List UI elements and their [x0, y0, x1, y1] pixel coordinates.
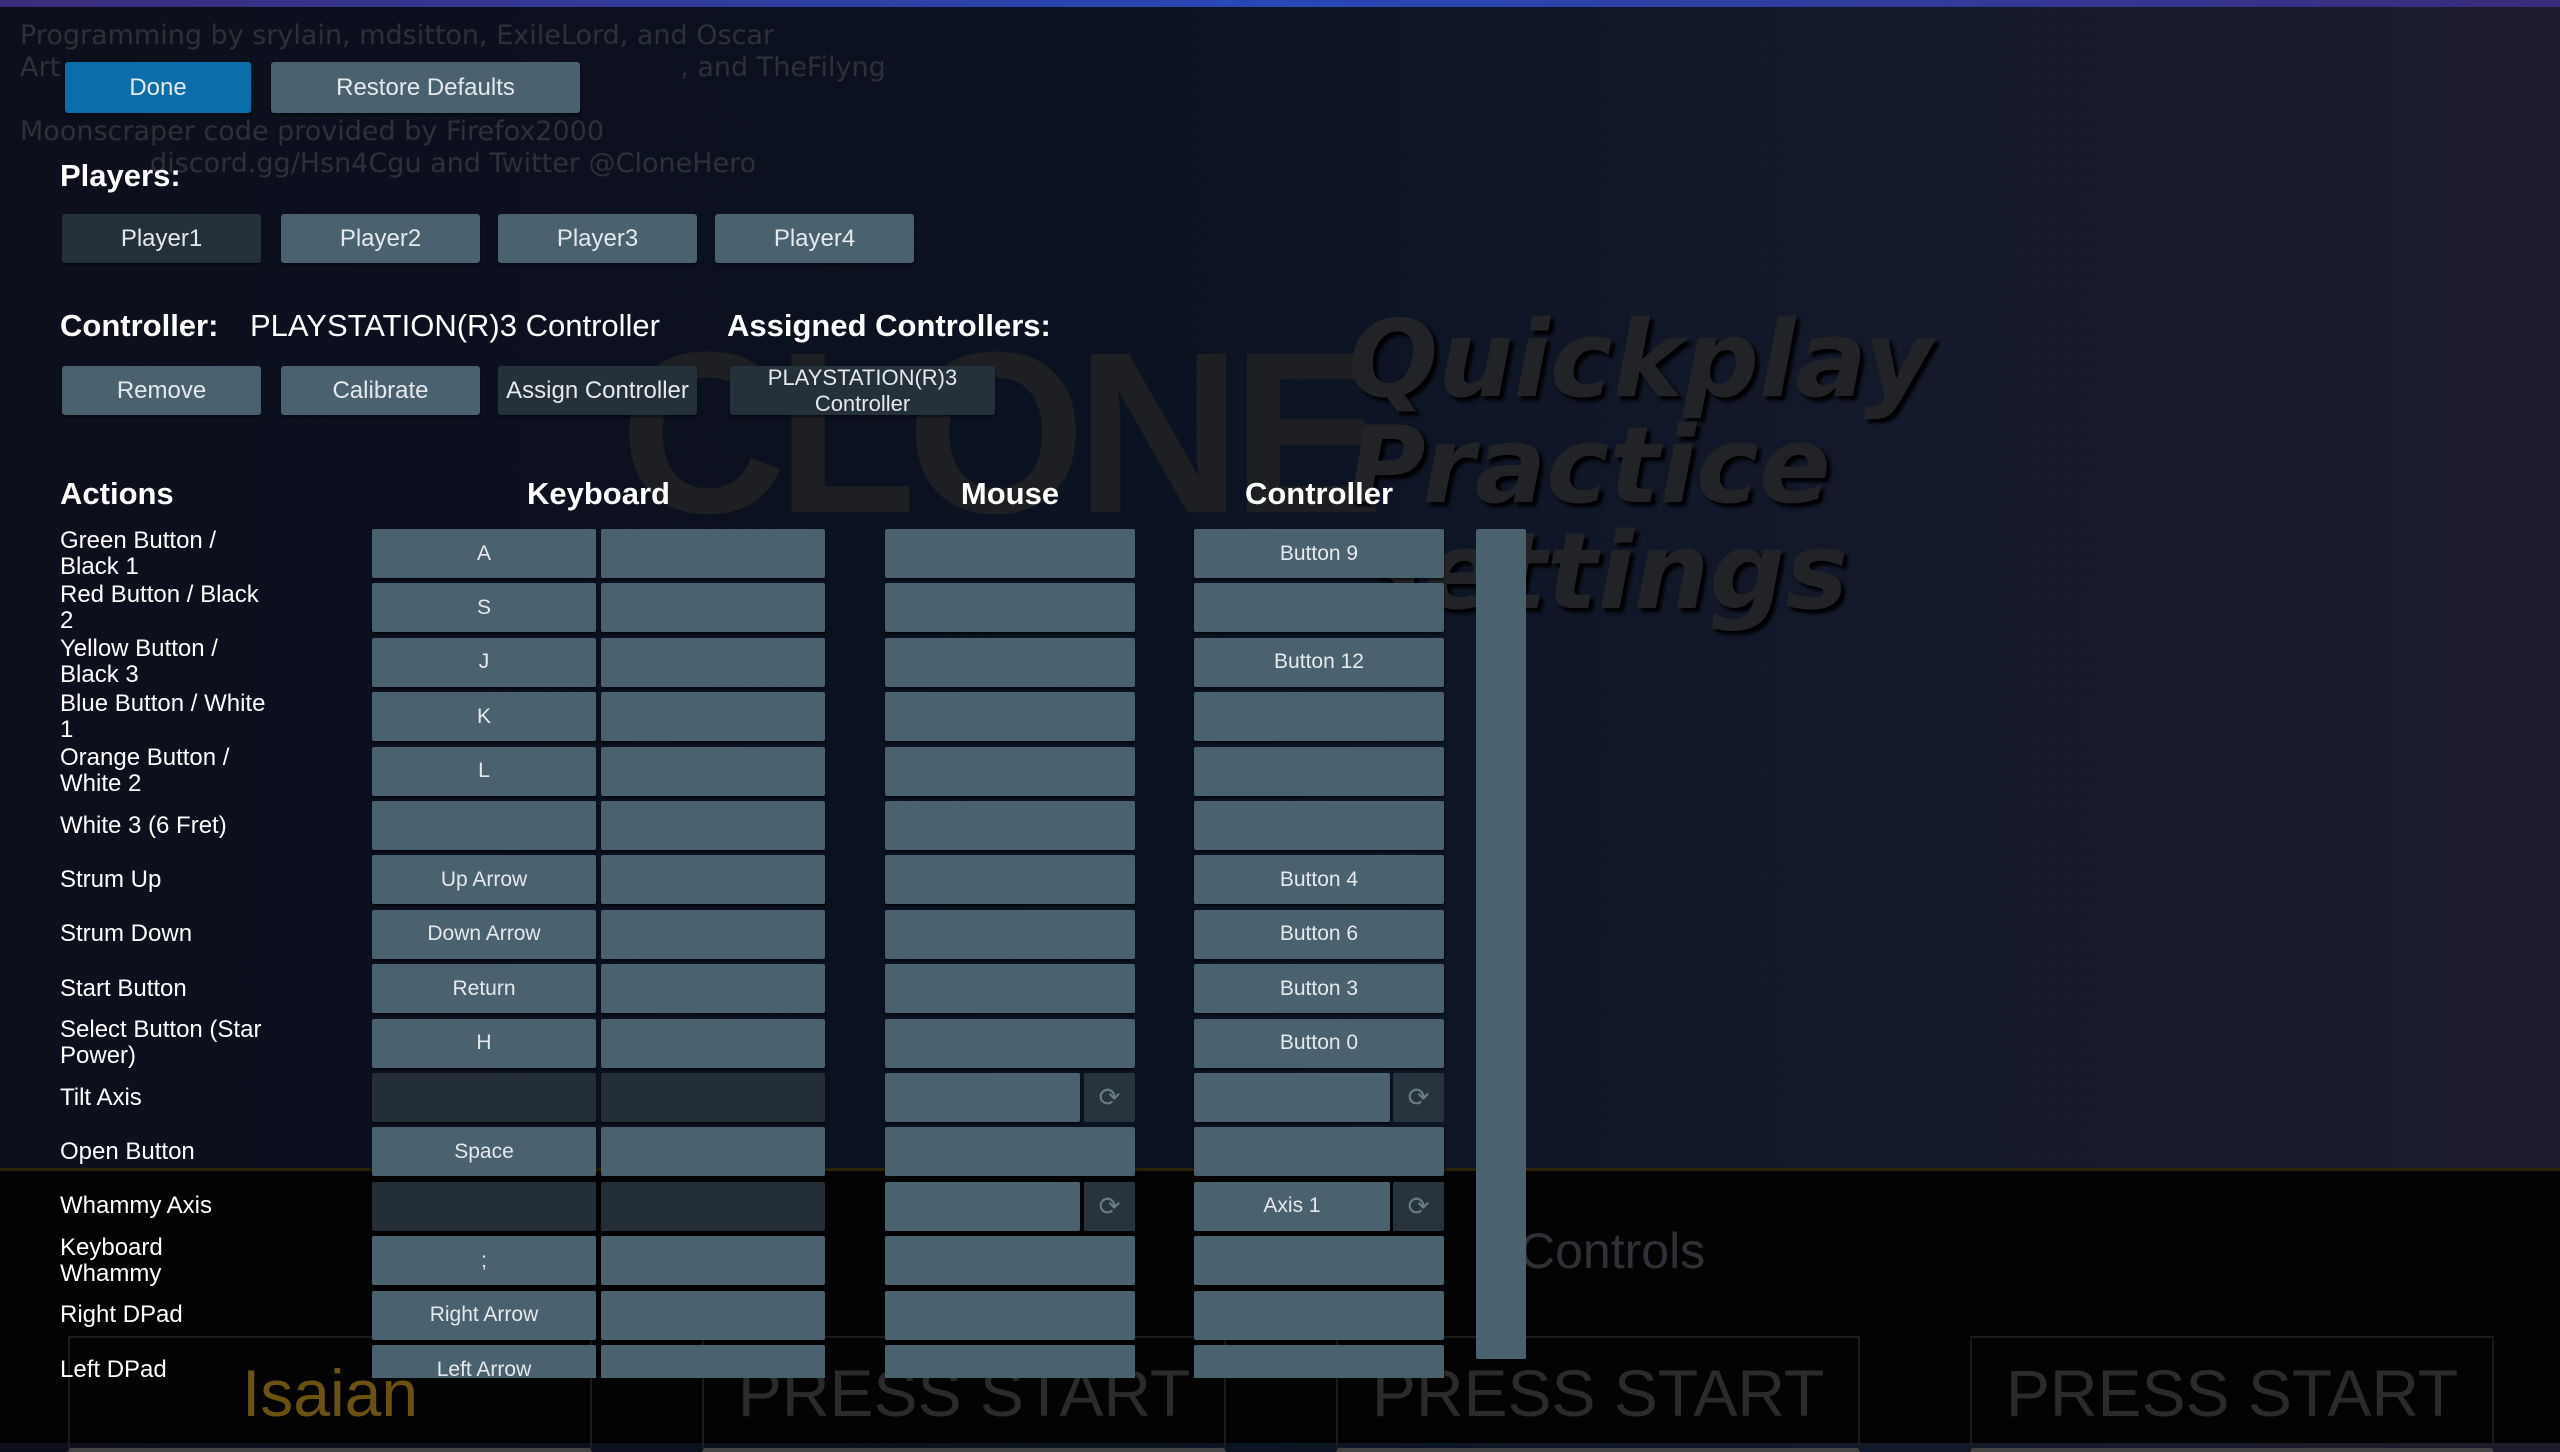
keyboard-binding-primary[interactable]: Left Arrow: [372, 1345, 596, 1378]
controller-binding[interactable]: [1194, 1127, 1444, 1177]
controller-binding[interactable]: Button 9: [1194, 529, 1444, 578]
keyboard-binding-secondary[interactable]: [601, 909, 825, 959]
action-label: Open Button: [60, 1137, 195, 1165]
action-label: Whammy Axis: [60, 1192, 213, 1220]
mouse-binding[interactable]: [885, 909, 1135, 959]
controller-binding[interactable]: Button 3: [1194, 964, 1444, 1014]
mouse-binding[interactable]: [885, 746, 1135, 796]
mouse-binding[interactable]: [885, 529, 1135, 578]
mouse-binding[interactable]: [885, 1345, 1135, 1378]
controller-binding[interactable]: [1194, 801, 1444, 850]
mouse-binding[interactable]: [885, 1181, 1080, 1231]
action-label: Select Button (Star Power): [60, 1016, 262, 1070]
keyboard-binding-primary[interactable]: L: [372, 746, 596, 796]
keyboard-binding-primary[interactable]: H: [372, 1018, 596, 1068]
action-label: White 3 (6 Fret): [60, 811, 227, 839]
keyboard-binding-primary[interactable]: [372, 1181, 596, 1231]
mouse-binding[interactable]: [885, 692, 1135, 742]
keyboard-binding-primary[interactable]: Down Arrow: [372, 909, 596, 959]
refresh-icon: ⟳: [1407, 1190, 1430, 1221]
keyboard-binding-primary[interactable]: ;: [372, 1236, 596, 1286]
action-label: Strum Down: [60, 920, 193, 948]
keyboard-binding-primary[interactable]: A: [372, 529, 596, 578]
bindings-scrollbar[interactable]: [1476, 529, 1526, 1359]
controller-binding[interactable]: Button 6: [1194, 909, 1444, 959]
keyboard-binding-primary[interactable]: Right Arrow: [372, 1290, 596, 1340]
mouse-binding[interactable]: [885, 1236, 1135, 1286]
mouse-binding[interactable]: [885, 637, 1135, 687]
keyboard-binding-secondary[interactable]: [601, 1290, 825, 1340]
keyboard-binding-secondary[interactable]: [601, 801, 825, 850]
keyboard-binding-primary[interactable]: Space: [372, 1127, 596, 1177]
controller-binding[interactable]: [1194, 583, 1444, 633]
controller-binding[interactable]: [1194, 692, 1444, 742]
action-label: Tilt Axis: [60, 1083, 142, 1111]
controller-binding[interactable]: Button 4: [1194, 855, 1444, 905]
keyboard-binding-secondary[interactable]: [601, 1345, 825, 1378]
refresh-icon: ⟳: [1098, 1082, 1121, 1112]
keyboard-binding-secondary[interactable]: [601, 1236, 825, 1286]
keyboard-binding-primary[interactable]: [372, 1073, 596, 1122]
mouse-binding[interactable]: [885, 583, 1135, 633]
refresh-icon: ⟳: [1098, 1190, 1121, 1221]
controller-binding[interactable]: Axis 1: [1194, 1181, 1390, 1231]
action-label: Red Button / Black 2: [60, 580, 259, 634]
controller-binding[interactable]: Button 12: [1194, 637, 1444, 687]
bindings-list: Green Button / Black 1 A Button 9 Red Butto…: [0, 0, 2560, 1378]
mouse-binding[interactable]: [885, 801, 1135, 850]
controller-binding[interactable]: Button 0: [1194, 1018, 1444, 1068]
keyboard-binding-primary[interactable]: Up Arrow: [372, 855, 596, 905]
mouse-binding[interactable]: [885, 1073, 1080, 1122]
mouse-invert-axis-button[interactable]: ⟳: [1084, 1181, 1135, 1231]
mouse-binding[interactable]: [885, 1127, 1135, 1177]
controller-invert-axis-button[interactable]: ⟳: [1393, 1181, 1444, 1231]
action-label: Strum Up: [60, 865, 162, 893]
action-label: Keyboard Whammy: [60, 1233, 163, 1287]
action-label: Left DPad: [60, 1355, 167, 1378]
keyboard-binding-secondary[interactable]: [601, 855, 825, 905]
mouse-binding[interactable]: [885, 1290, 1135, 1340]
controller-binding[interactable]: [1194, 1290, 1444, 1340]
action-label: Start Button: [60, 974, 187, 1002]
action-label: Green Button / Black 1: [60, 526, 217, 580]
keyboard-binding-primary[interactable]: K: [372, 692, 596, 742]
keyboard-binding-secondary[interactable]: [601, 583, 825, 633]
controller-invert-axis-button[interactable]: ⟳: [1393, 1073, 1444, 1122]
mouse-binding[interactable]: [885, 855, 1135, 905]
action-label: Yellow Button / Black 3: [60, 635, 218, 689]
keyboard-binding-secondary[interactable]: [601, 1073, 825, 1122]
controller-binding[interactable]: [1194, 746, 1444, 796]
action-label: Orange Button / White 2: [60, 744, 230, 798]
keyboard-binding-secondary[interactable]: [601, 637, 825, 687]
keyboard-binding-secondary[interactable]: [601, 692, 825, 742]
keyboard-binding-secondary[interactable]: [601, 964, 825, 1014]
action-label: Blue Button / White 1: [60, 689, 266, 743]
mouse-binding[interactable]: [885, 964, 1135, 1014]
keyboard-binding-secondary[interactable]: [601, 1127, 825, 1177]
keyboard-binding-secondary[interactable]: [601, 529, 825, 578]
keyboard-binding-primary[interactable]: [372, 801, 596, 850]
action-label: Right DPad: [60, 1301, 183, 1329]
mouse-invert-axis-button[interactable]: ⟳: [1084, 1073, 1135, 1122]
controller-binding[interactable]: [1194, 1236, 1444, 1286]
keyboard-binding-secondary[interactable]: [601, 1181, 825, 1231]
keyboard-binding-primary[interactable]: Return: [372, 964, 596, 1014]
controller-binding[interactable]: [1194, 1345, 1444, 1378]
mouse-binding[interactable]: [885, 1018, 1135, 1068]
refresh-icon: ⟳: [1407, 1082, 1430, 1112]
keyboard-binding-primary[interactable]: J: [372, 637, 596, 687]
keyboard-binding-secondary[interactable]: [601, 746, 825, 796]
controller-binding[interactable]: [1194, 1073, 1390, 1122]
keyboard-binding-primary[interactable]: S: [372, 583, 596, 633]
keyboard-binding-secondary[interactable]: [601, 1018, 825, 1068]
